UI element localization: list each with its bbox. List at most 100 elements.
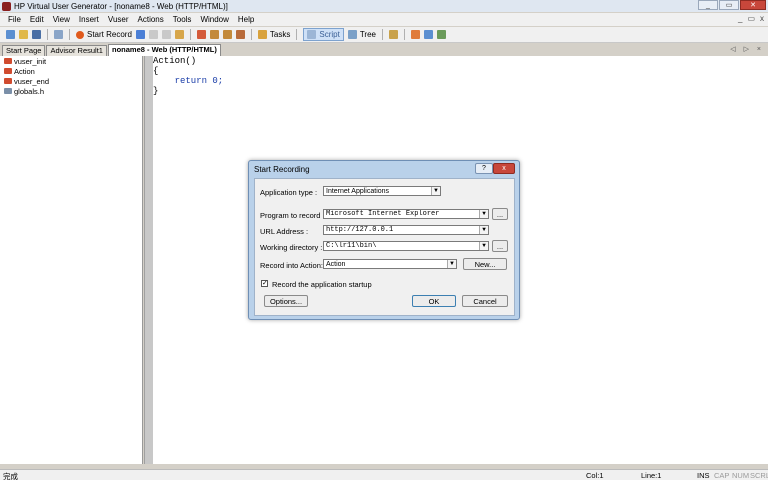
tasks-button[interactable]: Tasks — [257, 30, 291, 39]
toolbar-separator — [381, 29, 383, 40]
status-scrl: SCRL — [750, 471, 768, 480]
pause-icon[interactable] — [161, 30, 171, 39]
document-tabs: Start Page Advisor Result1 noname8 - Web… — [0, 44, 768, 56]
code-line: Action() — [153, 56, 197, 66]
tab-noname8[interactable]: noname8 - Web (HTTP/HTML) — [107, 44, 221, 56]
dialog-close-button[interactable]: x — [493, 163, 515, 174]
options-button[interactable]: Options... — [264, 295, 308, 307]
tree-item-vuser-end[interactable]: vuser_end — [0, 76, 142, 86]
toolbar: Start Record Tasks Script Tree — [0, 27, 768, 43]
record-into-select[interactable]: Action ▼ — [323, 259, 457, 269]
tree-item-label: vuser_init — [14, 56, 47, 66]
record-icon — [76, 30, 84, 39]
close-button[interactable]: ✕ — [740, 0, 766, 10]
header-file-icon — [4, 88, 12, 94]
toolbar-separator — [189, 29, 191, 40]
menu-tools[interactable]: Tools — [173, 15, 192, 24]
step-icon[interactable] — [174, 30, 184, 39]
doc-restore-button[interactable]: ▭ — [747, 14, 755, 23]
ok-button[interactable]: OK — [412, 295, 456, 307]
status-line: Line:1 — [641, 471, 662, 480]
workdir-label: Working directory : — [260, 243, 323, 252]
run-icon[interactable] — [135, 30, 145, 39]
browse-program-button[interactable]: ... — [492, 208, 508, 220]
toolbar-separator — [47, 29, 48, 40]
url-label: URL Address : — [260, 227, 309, 236]
tab-navigation[interactable]: ◁ ▷ × — [730, 45, 764, 53]
tree-item-label: globals.h — [14, 86, 45, 96]
doc-close-button[interactable]: x — [760, 14, 764, 23]
open-folder-icon[interactable] — [19, 30, 28, 39]
workdir-input[interactable]: C:\lr11\bin\ ▼ — [323, 241, 489, 251]
program-value: Microsoft Internet Explorer — [326, 210, 440, 218]
chevron-down-icon: ▼ — [447, 260, 456, 268]
menu-view[interactable]: View — [53, 15, 70, 24]
program-label: Program to record : — [260, 211, 325, 220]
toolbar-separator — [403, 29, 405, 40]
menu-actions[interactable]: Actions — [138, 15, 164, 24]
tree-view-button[interactable]: Tree — [347, 30, 376, 39]
tree-label: Tree — [359, 30, 376, 39]
start-record-button[interactable]: Start Record — [76, 30, 132, 39]
menu-insert[interactable]: Insert — [79, 15, 99, 24]
tree-item-globals[interactable]: globals.h — [0, 86, 142, 96]
status-bar: 完成 Col:1 Line:1 INS CAP NUM SCRL — [0, 469, 768, 480]
application-type-label: Application type : — [260, 188, 318, 197]
chevron-down-icon: ▼ — [479, 210, 488, 218]
save-icon[interactable] — [32, 30, 41, 39]
start-recording-dialog: Start Recording ? x Application type : I… — [248, 160, 520, 320]
tasks-icon — [257, 30, 267, 39]
minimize-button[interactable]: _ — [698, 0, 718, 10]
action-icon — [4, 78, 12, 84]
tree-icon — [347, 30, 357, 39]
recording-options-icon[interactable] — [423, 30, 433, 39]
program-select[interactable]: Microsoft Internet Explorer ▼ — [323, 209, 489, 219]
compare-icon[interactable] — [436, 30, 446, 39]
start-record-label: Start Record — [87, 30, 132, 39]
url-input[interactable]: http://127.0.0.1 ▼ — [323, 225, 489, 235]
menu-vuser[interactable]: Vuser — [108, 15, 129, 24]
dialog-help-button[interactable]: ? — [475, 163, 493, 174]
script-view-button[interactable]: Script — [303, 28, 344, 41]
window-controls: _ ▭ ✕ — [698, 0, 766, 10]
new-script-icon[interactable] — [6, 30, 15, 39]
menu-window[interactable]: Window — [200, 15, 228, 24]
script-label: Script — [319, 30, 340, 39]
action-icon — [4, 68, 12, 74]
menu-file[interactable]: File — [8, 15, 21, 24]
action-tree-pane: vuser_init Action vuser_end globals.h — [0, 56, 143, 464]
find-icon[interactable] — [54, 30, 63, 39]
tree-item-action[interactable]: Action — [0, 66, 142, 76]
status-cap: CAP — [714, 471, 730, 480]
app-logo-icon — [2, 1, 11, 11]
record-startup-checkbox[interactable]: ✓ — [261, 280, 268, 287]
pane-splitter[interactable] — [144, 56, 153, 464]
maximize-button[interactable]: ▭ — [719, 0, 739, 10]
cancel-button[interactable]: Cancel — [462, 295, 508, 307]
new-action-button[interactable]: New... — [463, 258, 507, 270]
doc-minimize-button[interactable]: _ — [738, 14, 742, 23]
bookmark-next-icon[interactable] — [222, 30, 232, 39]
tree-item-label: vuser_end — [14, 76, 50, 86]
breakpoint-icon[interactable] — [196, 30, 206, 39]
tab-start-page[interactable]: Start Page — [2, 45, 46, 56]
tasks-label: Tasks — [269, 30, 291, 39]
menu-edit[interactable]: Edit — [30, 15, 44, 24]
bookmark-clear-icon[interactable] — [235, 30, 245, 39]
output-window-icon[interactable] — [388, 30, 398, 39]
code-line: } — [153, 86, 159, 96]
application-type-select[interactable]: Internet Applications ▼ — [323, 186, 441, 196]
tab-advisor-result[interactable]: Advisor Result1 — [46, 45, 107, 56]
tree-item-label: Action — [14, 66, 35, 76]
browse-workdir-button[interactable]: ... — [492, 240, 508, 252]
record-into-label: Record into Action: — [260, 261, 323, 270]
menu-help[interactable]: Help — [238, 15, 254, 24]
tree-item-vuser-init[interactable]: vuser_init — [0, 56, 142, 66]
code-line: { — [153, 66, 159, 76]
runtime-settings-icon[interactable] — [410, 30, 420, 39]
bookmark-icon[interactable] — [209, 30, 219, 39]
stop-icon[interactable] — [148, 30, 158, 39]
window-title: HP Virtual User Generator - [noname8 - W… — [14, 1, 228, 11]
code-line: return 0; — [153, 76, 224, 86]
title-bar: HP Virtual User Generator - [noname8 - W… — [0, 0, 768, 12]
